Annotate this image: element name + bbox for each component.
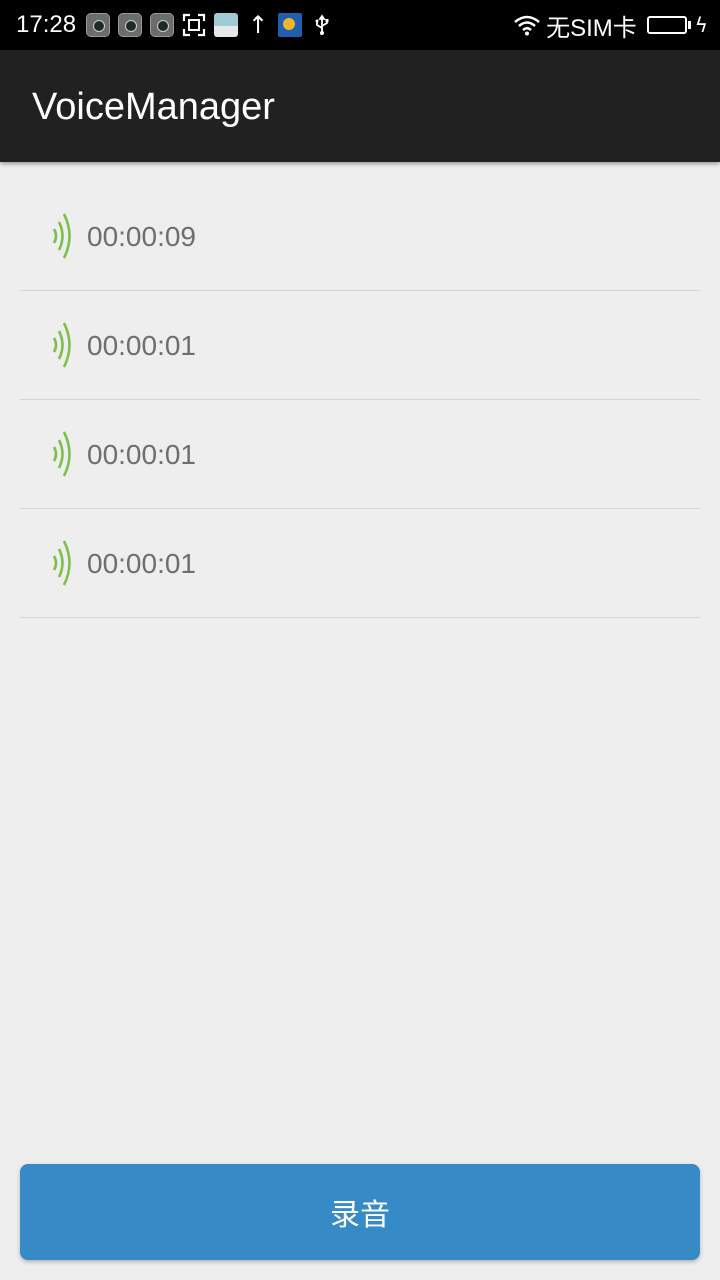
carrier-text: 无SIM卡 [546, 14, 637, 42]
sd-card-icon [214, 13, 238, 37]
camera-icon [150, 13, 174, 37]
record-button[interactable]: 录音 [20, 1164, 700, 1260]
recording-duration: 00:00:01 [87, 330, 196, 361]
voice-wave-icon [52, 213, 71, 259]
system-status: 无SIM卡 ϟ [514, 10, 708, 42]
charging-icon: ϟ [694, 13, 708, 37]
camera-icon [118, 13, 142, 37]
app-title: VoiceManager [32, 86, 275, 128]
recording-item[interactable]: 00:00:09 [20, 182, 700, 291]
wifi-icon [514, 15, 540, 36]
recording-duration: 00:00:01 [87, 548, 196, 579]
battery-icon [646, 16, 687, 34]
voice-wave-icon [52, 431, 71, 477]
status-time: 17:28 [16, 11, 77, 38]
recording-duration: 00:00:09 [87, 221, 196, 252]
recording-item[interactable]: 00:00:01 [20, 291, 700, 400]
recording-duration: 00:00:01 [87, 439, 196, 470]
camera-icon [86, 13, 110, 37]
status-bar: 17:28 ↑ 无SIM卡 ϟ [0, 0, 720, 50]
notification-icons: ↑ [86, 12, 342, 38]
usb-icon [310, 13, 334, 37]
recordings-list: 00:00:09 00:00:01 00:00:01 00:00:01 [20, 182, 700, 618]
app-bar: VoiceManager [0, 50, 720, 162]
battery-tip [687, 21, 691, 29]
recording-item[interactable]: 00:00:01 [20, 509, 700, 618]
voice-wave-icon [52, 540, 71, 586]
screenshot-icon [182, 13, 206, 37]
upload-arrow-icon: ↑ [247, 11, 269, 39]
voice-wave-icon [52, 322, 71, 368]
weather-icon [278, 13, 302, 37]
recording-item[interactable]: 00:00:01 [20, 400, 700, 509]
